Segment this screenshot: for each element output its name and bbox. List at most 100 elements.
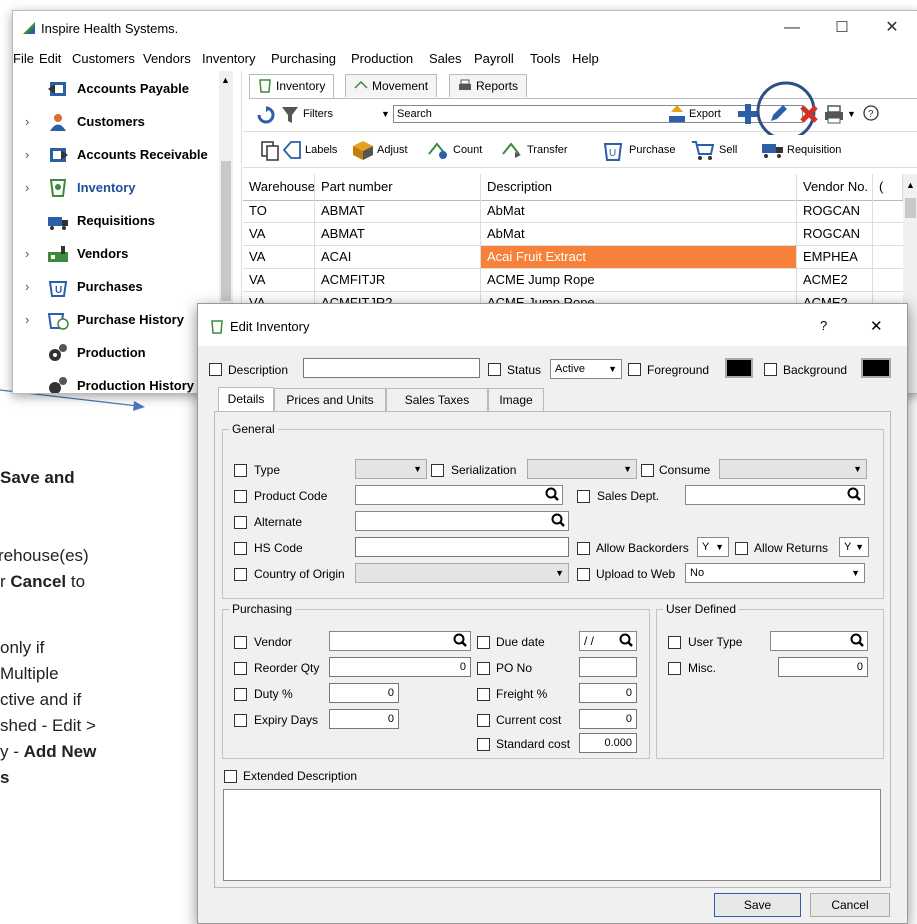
user-type-checkbox[interactable] (668, 636, 681, 649)
upload-to-web-dropdown[interactable]: No ▼ (685, 563, 865, 583)
purchase-button[interactable]: Purchase (629, 144, 675, 156)
sidebar-item-production[interactable]: Production (13, 337, 223, 369)
extended-description-textarea[interactable] (223, 789, 881, 881)
serialization-checkbox[interactable] (431, 464, 444, 477)
menu-production[interactable]: Production (351, 51, 413, 66)
count-icon[interactable] (427, 140, 449, 160)
allow-backorders-dropdown[interactable]: Y ▼ (697, 537, 729, 557)
duty-input[interactable]: 0 (329, 683, 399, 703)
help-icon[interactable]: ? (863, 105, 879, 121)
consume-dropdown[interactable]: ▼ (719, 459, 867, 479)
country-of-origin-checkbox[interactable] (234, 568, 247, 581)
purchase-icon[interactable]: U (603, 139, 623, 161)
menu-file[interactable]: File (13, 51, 34, 66)
duty-checkbox[interactable] (234, 688, 247, 701)
type-checkbox[interactable] (234, 464, 247, 477)
sell-cart-icon[interactable] (691, 139, 715, 161)
cancel-button[interactable]: Cancel (810, 893, 890, 917)
transfer-button[interactable]: Transfer (527, 144, 568, 156)
adjust-box-icon[interactable] (351, 139, 375, 161)
tab-image[interactable]: Image (488, 388, 544, 411)
menu-help[interactable]: Help (572, 51, 599, 66)
table-row[interactable]: VA ABMAT AbMat ROGCAN (243, 223, 903, 246)
sell-button[interactable]: Sell (719, 144, 737, 156)
tab-details[interactable]: Details (218, 387, 274, 412)
tab-prices-and-units[interactable]: Prices and Units (274, 388, 386, 411)
print-icon[interactable] (823, 104, 845, 124)
column-header-warehouse[interactable]: Warehouse (243, 174, 315, 200)
reorder-qty-input[interactable]: 0 (329, 657, 471, 677)
search-icon[interactable] (850, 633, 864, 647)
menu-purchasing[interactable]: Purchasing (271, 51, 336, 66)
po-no-checkbox[interactable] (477, 662, 490, 675)
dialog-help-button[interactable]: ? (820, 318, 827, 333)
misc-checkbox[interactable] (668, 662, 681, 675)
filter-icon[interactable] (281, 106, 299, 124)
tab-reports[interactable]: Reports (449, 74, 528, 97)
country-of-origin-dropdown[interactable]: ▼ (355, 563, 569, 583)
description-checkbox[interactable] (209, 363, 222, 376)
menu-payroll[interactable]: Payroll (474, 51, 514, 66)
foreground-color-swatch[interactable] (725, 358, 753, 378)
sidebar-item-purchases[interactable]: › U Purchases (13, 271, 223, 303)
standard-cost-input[interactable]: 0.000 (579, 733, 637, 753)
alternate-input[interactable] (355, 511, 569, 531)
misc-input[interactable]: 0 (778, 657, 868, 677)
requisition-button[interactable]: Requisition (787, 144, 841, 156)
column-header-vendor-no[interactable]: Vendor No. (797, 174, 873, 200)
alternate-checkbox[interactable] (234, 516, 247, 529)
menu-inventory[interactable]: Inventory (202, 51, 255, 66)
tab-inventory[interactable]: Inventory (249, 74, 335, 98)
search-icon[interactable] (453, 633, 467, 647)
print-dropdown-icon[interactable]: ▼ (847, 109, 856, 119)
scrollbar-thumb[interactable] (905, 198, 916, 218)
sidebar-item-requisitions[interactable]: Requisitions (13, 205, 223, 237)
filters-label[interactable]: Filters (303, 108, 333, 120)
table-row-selected[interactable]: VA ACAI Acai Fruit Extract EMPHEA (243, 246, 903, 269)
hs-code-checkbox[interactable] (234, 542, 247, 555)
vendor-input[interactable] (329, 631, 471, 651)
copy-icon[interactable] (261, 141, 279, 161)
sidebar-item-production-history[interactable]: Production History (13, 370, 223, 393)
user-type-input[interactable] (770, 631, 868, 651)
minimize-button[interactable]: — (769, 15, 815, 41)
menu-edit[interactable]: Edit (39, 51, 61, 66)
sidebar-item-accounts-receivable[interactable]: › Accounts Receivable (13, 139, 223, 171)
labels-tag-icon[interactable] (283, 141, 301, 159)
refresh-icon[interactable] (257, 106, 275, 124)
consume-checkbox[interactable] (641, 464, 654, 477)
labels-button[interactable]: Labels (305, 144, 337, 156)
current-cost-input[interactable]: 0 (579, 709, 637, 729)
adjust-button[interactable]: Adjust (377, 144, 408, 156)
background-checkbox[interactable] (764, 363, 777, 376)
vendor-checkbox[interactable] (234, 636, 247, 649)
freight-checkbox[interactable] (477, 688, 490, 701)
scrollbar-thumb[interactable] (221, 161, 231, 301)
sidebar-item-vendors[interactable]: › Vendors (13, 238, 223, 270)
menu-vendors[interactable]: Vendors (143, 51, 191, 66)
sidebar-item-customers[interactable]: › Customers (13, 106, 223, 138)
save-button[interactable]: Save (714, 893, 801, 917)
transfer-icon[interactable] (501, 140, 523, 160)
sales-dept-input[interactable] (685, 485, 865, 505)
close-button[interactable]: ✕ (869, 15, 915, 41)
foreground-checkbox[interactable] (628, 363, 641, 376)
column-header-extra[interactable]: ( (873, 174, 903, 200)
reorder-qty-checkbox[interactable] (234, 662, 247, 675)
status-dropdown[interactable]: Active ▼ (550, 359, 622, 379)
due-date-input[interactable]: / / (579, 631, 637, 651)
description-input[interactable] (303, 358, 480, 378)
export-icon[interactable] (667, 104, 687, 124)
table-row[interactable]: VA ACMFITJR ACME Jump Rope ACME2 (243, 269, 903, 292)
tab-sales-taxes[interactable]: Sales Taxes (386, 388, 488, 411)
search-icon[interactable] (619, 633, 633, 647)
menu-sales[interactable]: Sales (429, 51, 462, 66)
expiry-days-checkbox[interactable] (234, 714, 247, 727)
export-button[interactable]: Export (689, 108, 721, 120)
scroll-up-icon[interactable]: ▲ (221, 75, 230, 85)
delete-icon[interactable] (799, 104, 819, 124)
serialization-dropdown[interactable]: ▼ (527, 459, 637, 479)
scroll-up-icon[interactable]: ▲ (906, 180, 915, 190)
standard-cost-checkbox[interactable] (477, 738, 490, 751)
allow-returns-dropdown[interactable]: Y ▼ (839, 537, 869, 557)
